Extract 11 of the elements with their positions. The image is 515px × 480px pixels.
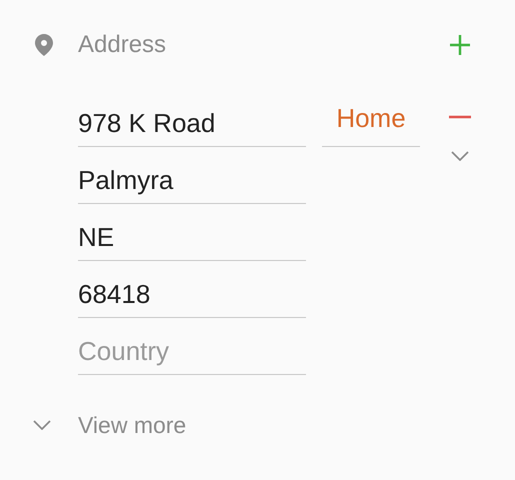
chevron-down-icon[interactable]: [451, 151, 469, 161]
input-field[interactable]: 68418: [78, 261, 306, 318]
input-field[interactable]: NE: [78, 204, 306, 261]
input-field[interactable]: Country: [78, 318, 306, 375]
remove-icon[interactable]: [449, 115, 471, 119]
add-icon[interactable]: [449, 34, 471, 56]
chevron-down-icon: [33, 420, 51, 430]
input-field[interactable]: Palmyra: [78, 147, 306, 204]
input-field[interactable]: 978 K Road: [78, 90, 306, 147]
location-pin-icon: [35, 34, 53, 56]
section-title: Address: [78, 30, 166, 60]
